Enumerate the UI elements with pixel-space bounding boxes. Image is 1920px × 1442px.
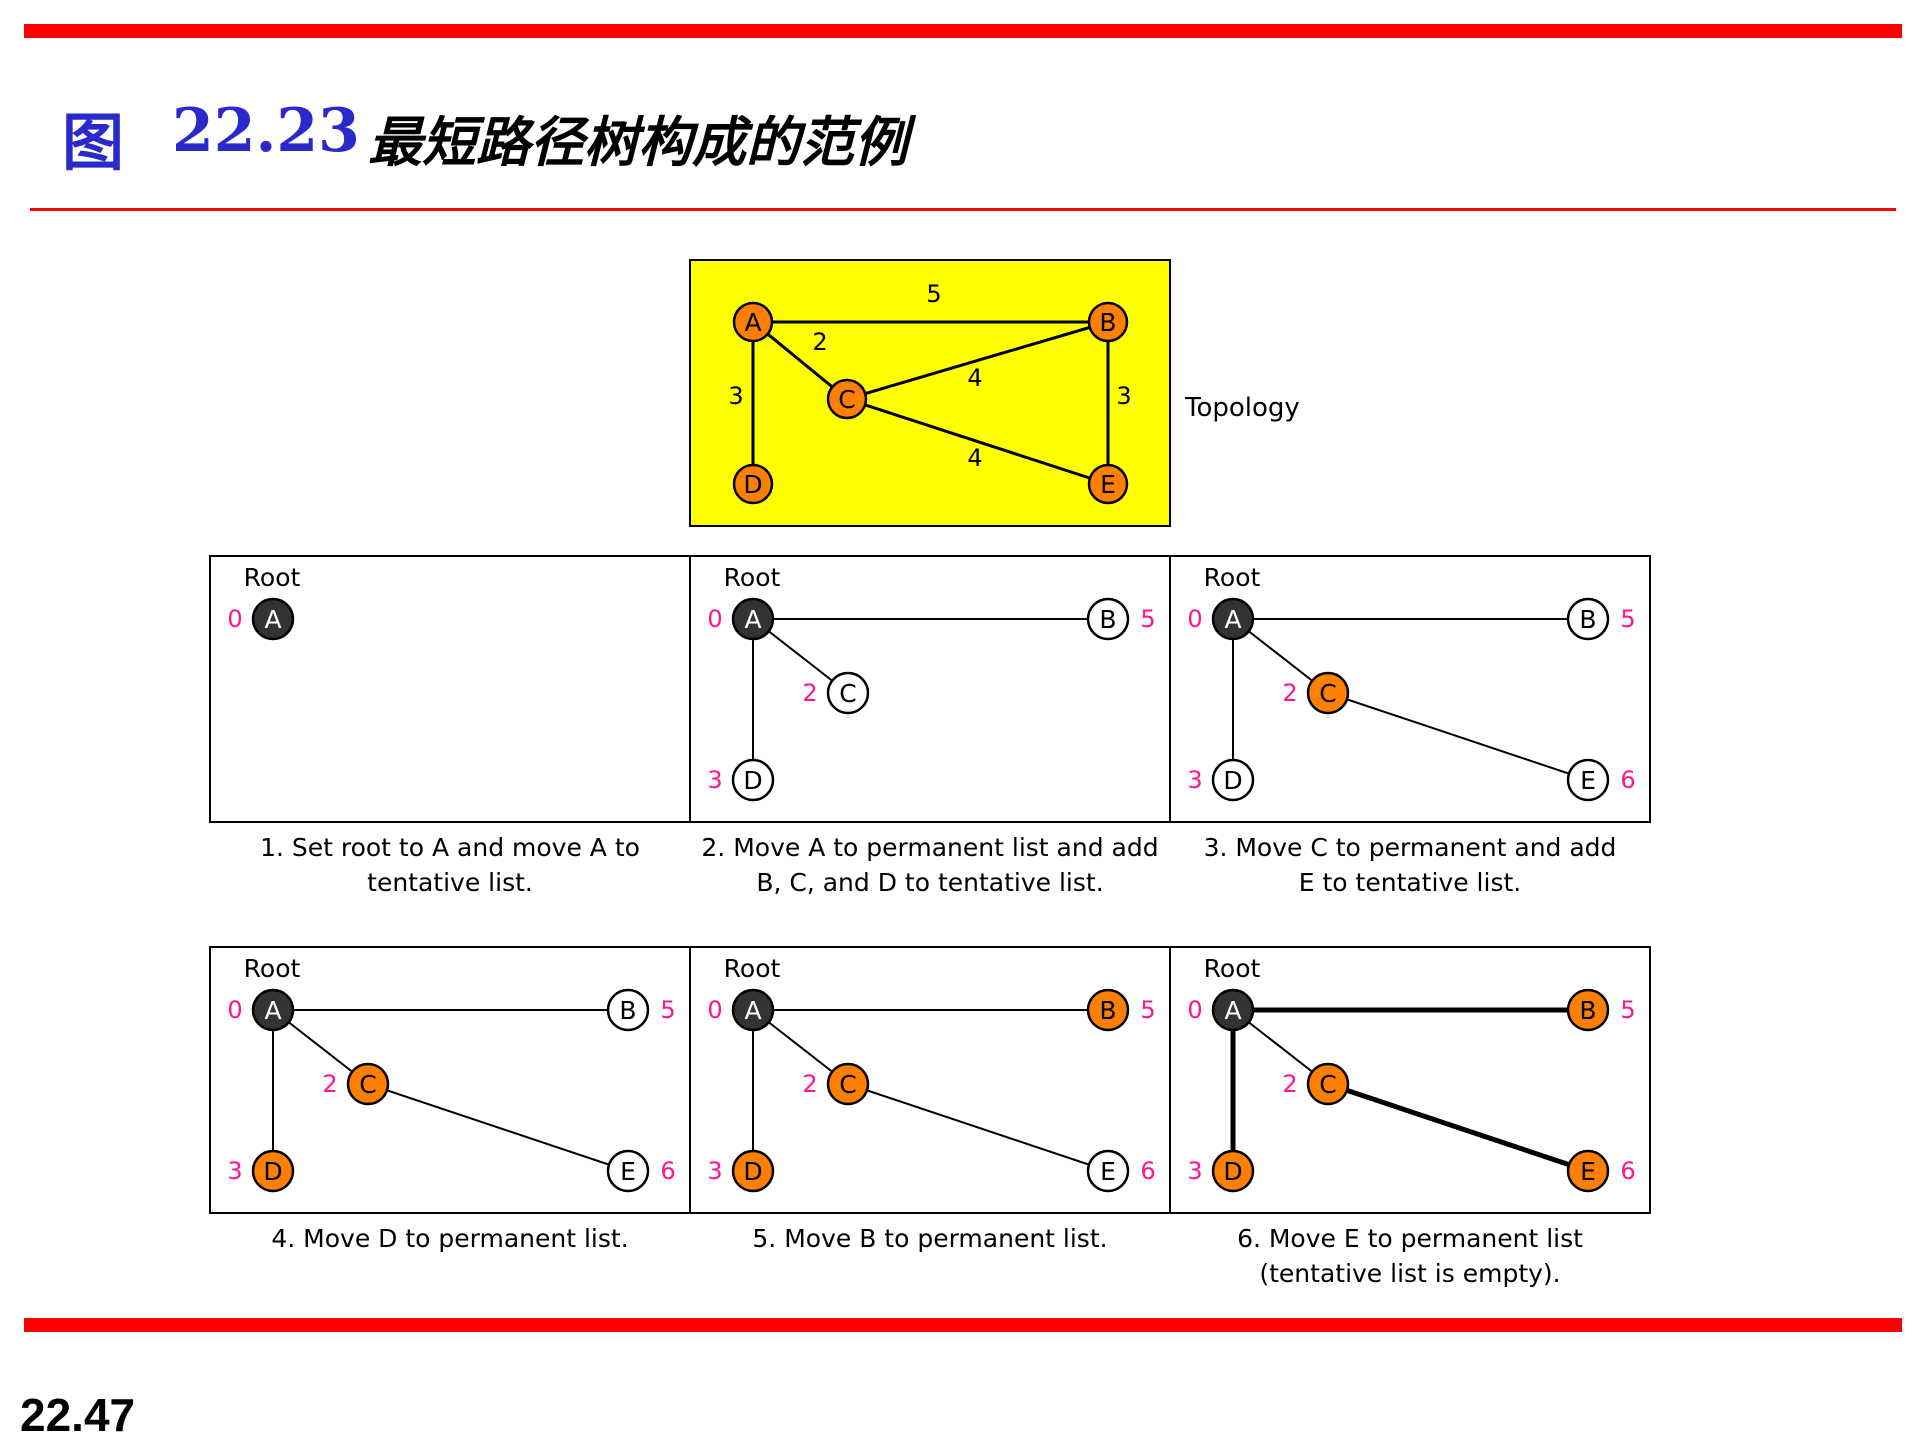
step-caption-4-line-1: 4. Move D to permanent list. (271, 1224, 628, 1253)
topology-edge-cost-BE: 3 (1116, 382, 1131, 410)
tree-node-cost-C: 2 (1282, 1070, 1297, 1098)
tree-node-cost-A: 0 (1187, 996, 1202, 1024)
tree-node-label-D: D (743, 766, 762, 795)
step-caption-3-line-1: 3. Move C to permanent and add (1204, 833, 1617, 862)
tree-node-cost-A: 0 (1187, 605, 1202, 633)
topology-edge-cost-AD: 3 (728, 382, 743, 410)
topology-node-label-B: B (1099, 308, 1116, 337)
tree-node-cost-A: 0 (227, 605, 242, 633)
tree-node-label-C: C (359, 1070, 376, 1099)
tree-node-label-A: A (744, 605, 761, 634)
step-caption-1-line-2: tentative list. (367, 868, 533, 897)
tree-node-label-C: C (839, 1070, 856, 1099)
tree-node-cost-D: 3 (1187, 766, 1202, 794)
tree-node-label-E: E (1100, 1157, 1116, 1186)
root-label: Root (244, 954, 301, 983)
tree-node-cost-B: 5 (660, 996, 675, 1024)
tree-node-label-E: E (1580, 1157, 1596, 1186)
tree-node-cost-D: 3 (1187, 1157, 1202, 1185)
tree-node-label-A: A (264, 996, 281, 1025)
tree-node-cost-A: 0 (707, 996, 722, 1024)
tree-node-cost-E: 6 (1620, 1157, 1635, 1185)
tree-node-label-C: C (1319, 679, 1336, 708)
tree-node-cost-B: 5 (1620, 605, 1635, 633)
tree-node-cost-C: 2 (322, 1070, 337, 1098)
tree-node-label-D: D (1223, 766, 1242, 795)
topology-node-label-D: D (743, 470, 762, 499)
tree-node-cost-E: 6 (1140, 1157, 1155, 1185)
bottom-red-bar (24, 1318, 1902, 1332)
root-label: Root (724, 954, 781, 983)
tree-node-cost-D: 3 (707, 1157, 722, 1185)
topology-edge-cost-AC: 2 (812, 328, 827, 356)
topology-edge-cost-CE: 4 (967, 444, 982, 472)
tree-node-label-B: B (1099, 605, 1116, 634)
page-number: 22.47 (20, 1389, 136, 1441)
tree-node-label-D: D (263, 1157, 282, 1186)
topology-label: Topology (1184, 393, 1300, 423)
tree-node-label-A: A (1224, 605, 1241, 634)
tree-node-label-C: C (1319, 1070, 1336, 1099)
tree-node-cost-A: 0 (707, 605, 722, 633)
tree-node-label-B: B (1579, 605, 1596, 634)
tree-node-cost-B: 5 (1620, 996, 1635, 1024)
step-caption-6-line-1: 6. Move E to permanent list (1237, 1224, 1583, 1253)
step-caption-6-line-2: (tentative list is empty). (1259, 1259, 1560, 1288)
step-caption-2-line-2: B, C, and D to tentative list. (756, 868, 1103, 897)
topology-node-label-E: E (1100, 470, 1116, 499)
tree-node-cost-B: 5 (1140, 605, 1155, 633)
root-label: Root (244, 563, 301, 592)
tree-node-cost-E: 6 (660, 1157, 675, 1185)
root-label: Root (1204, 563, 1261, 592)
tree-node-cost-E: 6 (1620, 766, 1635, 794)
tree-node-cost-C: 2 (1282, 679, 1297, 707)
tree-node-label-D: D (1223, 1157, 1242, 1186)
step-caption-1-line-1: 1. Set root to A and move A to (260, 833, 640, 862)
topology-node-label-C: C (838, 385, 855, 414)
tree-node-cost-B: 5 (1140, 996, 1155, 1024)
shortest-path-tree-diagram: 523443A BCD ETopologyRootA01. Set root to … (209, 259, 1651, 1288)
tree-node-label-A: A (1224, 996, 1241, 1025)
root-label: Root (724, 563, 781, 592)
step-caption-2-line-1: 2. Move A to permanent list and add (701, 833, 1158, 862)
root-label: Root (1204, 954, 1261, 983)
tree-node-label-C: C (839, 679, 856, 708)
tree-node-cost-D: 3 (227, 1157, 242, 1185)
tree-node-label-A: A (744, 996, 761, 1025)
tree-node-cost-D: 3 (707, 766, 722, 794)
tree-node-label-A: A (264, 605, 281, 634)
step-caption-3-line-2: E to tentative list. (1299, 868, 1521, 897)
tree-node-label-E: E (1580, 766, 1596, 795)
tree-node-label-D: D (743, 1157, 762, 1186)
tree-node-label-B: B (619, 996, 636, 1025)
topology-edge-cost-AB: 5 (926, 280, 941, 308)
step-caption-5-line-1: 5. Move B to permanent list. (752, 1224, 1107, 1253)
topology-node-label-A: A (744, 308, 761, 337)
tree-node-cost-A: 0 (227, 996, 242, 1024)
tree-node-label-B: B (1579, 996, 1596, 1025)
tree-node-cost-C: 2 (802, 679, 817, 707)
step-panel-1 (209, 555, 691, 823)
tree-node-label-B: B (1099, 996, 1116, 1025)
tree-node-label-E: E (620, 1157, 636, 1186)
topology-edge-cost-CB: 4 (967, 364, 982, 392)
tree-node-cost-C: 2 (802, 1070, 817, 1098)
